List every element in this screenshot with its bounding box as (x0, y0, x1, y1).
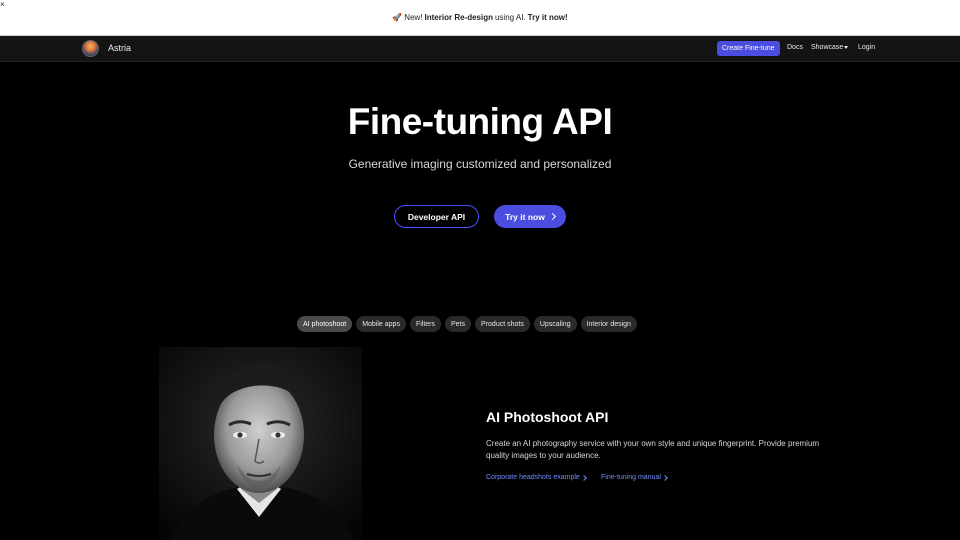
announcement-new: New! (404, 13, 423, 22)
announcement-message: 🚀 New! Interior Re-design using AI. Try … (392, 13, 567, 22)
chevron-right-icon (580, 474, 587, 481)
hero-subtitle: Generative imaging customized and person… (348, 157, 612, 171)
try-it-now-button[interactable]: Try it now (494, 205, 566, 228)
nav-showcase-label: Showcase (811, 44, 844, 51)
tab-upscaling[interactable]: Upscaling (533, 316, 577, 332)
portrait-illustration (159, 347, 362, 540)
tab-interior-design[interactable]: Interior design (580, 316, 637, 332)
tab-ai-photoshoot[interactable]: AI photoshoot (297, 316, 353, 332)
category-tabs: AI photoshoot Mobile apps Filters Pets P… (297, 316, 637, 332)
portrait-photo (159, 347, 362, 540)
nav-showcase-dropdown[interactable]: Showcase (811, 44, 849, 51)
announcement-middle: using AI. (494, 13, 526, 22)
announcement-product[interactable]: Interior Re-design (425, 13, 493, 22)
tab-filters[interactable]: Filters (409, 316, 442, 332)
tab-product-shots[interactable]: Product shots (475, 316, 530, 332)
developer-api-label: Developer API (407, 211, 466, 222)
nav-docs-link[interactable]: Docs (787, 44, 803, 51)
developer-api-button[interactable]: Developer API (394, 205, 479, 228)
brand-name[interactable]: Astria (108, 43, 131, 53)
feature-description: Create an AI photography service with yo… (486, 439, 820, 460)
corporate-headshots-link[interactable]: Corporate headshots example (486, 474, 587, 481)
feature-title: AI Photoshoot API (486, 409, 609, 425)
tab-mobile-apps[interactable]: Mobile apps (356, 316, 406, 332)
tab-pets[interactable]: Pets (445, 316, 472, 332)
hero-title: Fine-tuning API (347, 101, 613, 142)
chevron-right-icon (662, 474, 668, 481)
nav-login-link[interactable]: Login (858, 44, 875, 51)
announcement-banner: 🚀 New! Interior Re-design using AI. Try … (0, 0, 960, 36)
announcement-cta[interactable]: Try it now! (528, 13, 568, 22)
create-fine-tune-button[interactable]: Create Fine-tune (717, 41, 780, 56)
chevron-right-icon (548, 212, 556, 221)
fine-tuning-manual-label: Fine-tuning manual (601, 474, 661, 481)
fine-tuning-manual-link[interactable]: Fine-tuning manual (601, 474, 668, 481)
rocket-icon: 🚀 (392, 13, 403, 22)
caret-down-icon (844, 45, 849, 49)
try-it-now-label: Try it now (505, 211, 545, 222)
astria-logo[interactable] (82, 40, 99, 57)
close-icon[interactable]: × (0, 0, 5, 9)
corporate-headshots-label: Corporate headshots example (486, 474, 580, 481)
